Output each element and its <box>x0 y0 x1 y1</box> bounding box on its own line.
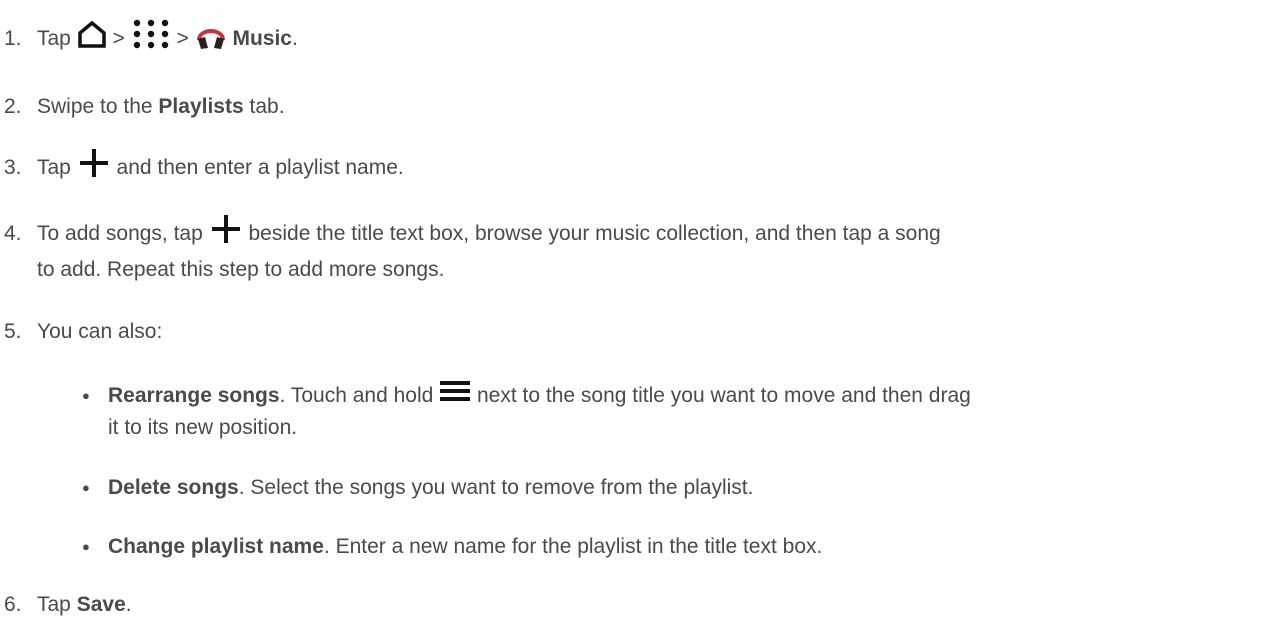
button-name: Save <box>76 593 126 616</box>
bullet-icon: ● <box>82 539 90 554</box>
step-number: 5. <box>4 320 22 343</box>
step-number: 4. <box>4 222 22 245</box>
plus-icon <box>211 215 240 244</box>
step-number: 3. <box>4 156 22 179</box>
headphones-icon <box>196 29 225 50</box>
separator: > <box>112 27 125 50</box>
drag-handle-icon <box>440 381 471 402</box>
plus-icon <box>79 149 108 178</box>
bullet-icon: ● <box>82 388 90 403</box>
tab-name: Playlists <box>158 95 244 118</box>
step-number: 1. <box>4 27 22 50</box>
bullet-icon: ● <box>82 480 90 495</box>
apps-grid-icon <box>133 20 168 49</box>
app-name: Music <box>232 27 292 50</box>
step-text: Tap <box>37 27 71 50</box>
step-number: 6. <box>4 593 22 616</box>
home-icon <box>77 21 106 49</box>
step-number: 2. <box>4 95 22 118</box>
separator: > <box>176 27 189 50</box>
